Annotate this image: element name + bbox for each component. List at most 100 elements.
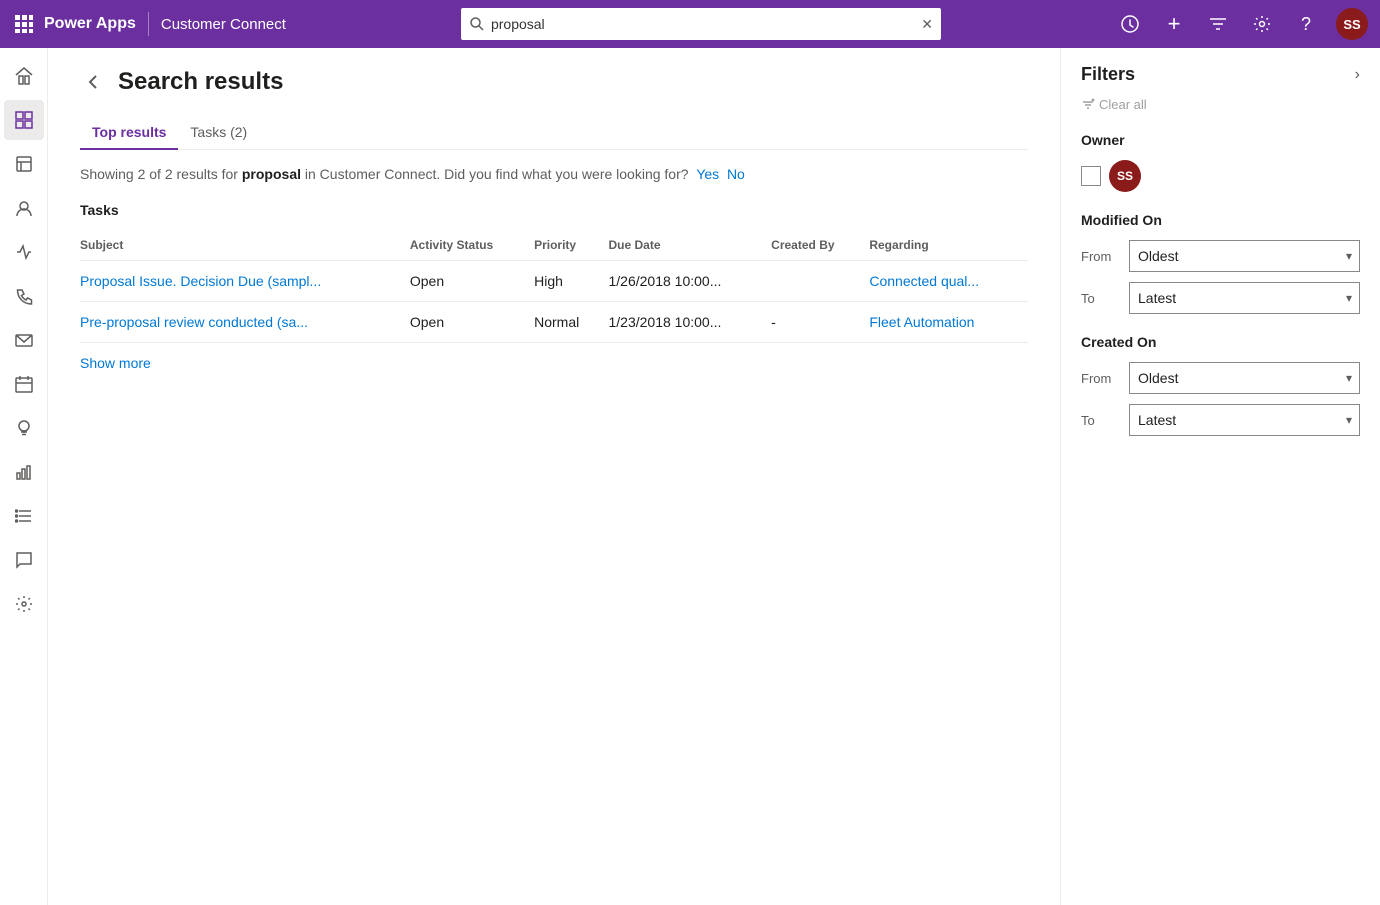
created-on-title: Created On [1081,334,1360,350]
results-query: proposal [242,166,301,182]
col-due-date: Due Date [609,230,772,261]
priority-1: High [534,261,608,302]
modified-from-row: From Oldest Latest Custom [1081,240,1360,272]
created-from-select[interactable]: Oldest Latest Custom [1129,362,1360,394]
user-avatar[interactable]: SS [1336,8,1368,40]
modified-on-title: Modified On [1081,212,1360,228]
show-more-link[interactable]: Show more [80,355,151,371]
yes-link[interactable]: Yes [696,166,719,182]
filters-panel: Filters › Clear all Owner SS [1060,48,1380,905]
sidebar-item-mail[interactable] [4,320,44,360]
created-to-select-wrapper: Latest Oldest Custom [1129,404,1360,436]
content-area: Search results Top results Tasks (2) Sho… [48,48,1380,905]
modified-to-select[interactable]: Latest Oldest Custom [1129,282,1360,314]
owner-options: SS [1081,160,1360,192]
owner-filter-title: Owner [1081,132,1360,148]
sidebar-item-phone[interactable] [4,276,44,316]
grid-icon[interactable] [12,12,36,36]
owner-avatar[interactable]: SS [1109,160,1141,192]
col-created-by: Created By [771,230,869,261]
help-icon[interactable]: ? [1292,10,1320,38]
search-container: ✕ [310,8,1092,40]
page-title: Search results [118,68,283,96]
search-box: ✕ [461,8,941,40]
created-from-row: From Oldest Latest Custom [1081,362,1360,394]
page-container: Search results Top results Tasks (2) Sho… [48,48,1380,905]
tab-top-results[interactable]: Top results [80,116,178,150]
modified-to-select-wrapper: Latest Oldest Custom [1129,282,1360,314]
results-table: Subject Activity Status Priority Due Dat… [80,230,1028,343]
modified-to-row: To Latest Oldest Custom [1081,282,1360,314]
due-date-2: 1/23/2018 10:00... [609,302,772,343]
circle-icon[interactable] [1116,10,1144,38]
clear-all-label: Clear all [1099,97,1147,112]
sidebar-item-contacts[interactable] [4,188,44,228]
owner-filter: Owner SS [1081,132,1360,192]
main-layout: Search results Top results Tasks (2) Sho… [0,48,1380,905]
sidebar-item-ideas[interactable] [4,408,44,448]
env-name: Customer Connect [161,16,286,33]
filters-chevron-icon[interactable]: › [1355,66,1360,84]
modified-from-select-wrapper: Oldest Latest Custom [1129,240,1360,272]
settings-icon[interactable] [1248,10,1276,38]
activity-status-1: Open [410,261,534,302]
owner-checkbox[interactable] [1081,166,1101,186]
created-by-2: - [771,302,869,343]
col-subject: Subject [80,230,410,261]
sidebar-item-settings[interactable] [4,584,44,624]
no-link[interactable]: No [727,166,745,182]
clear-all-button[interactable]: Clear all [1081,97,1360,112]
created-to-row: To Latest Oldest Custom [1081,404,1360,436]
priority-2: Normal [534,302,608,343]
topnav: Power Apps Customer Connect ✕ + [0,0,1380,48]
tasks-section: Tasks Subject Activity Status Priority D… [80,202,1028,371]
sidebar-item-lists[interactable] [4,496,44,536]
subject-link-2[interactable]: Pre-proposal review conducted (sa... [80,314,308,330]
tab-tasks[interactable]: Tasks (2) [178,116,259,150]
regarding-link-2[interactable]: Fleet Automation [869,314,974,330]
page-header: Search results [80,68,1028,96]
back-button[interactable] [80,68,108,96]
search-icon [469,16,485,32]
created-from-select-wrapper: Oldest Latest Custom [1129,362,1360,394]
app-name: Power Apps [44,15,136,33]
sidebar-item-chat[interactable] [4,540,44,580]
main-content: Search results Top results Tasks (2) Sho… [48,48,1060,905]
results-pre: Showing 2 of 2 results for [80,166,242,182]
topnav-actions: + ? SS [1116,8,1368,40]
created-on-filter: Created On From Oldest Latest Custom To [1081,334,1360,436]
sidebar-item-activities[interactable] [4,232,44,272]
created-by-1 [771,261,869,302]
sidebar-item-records[interactable] [4,144,44,184]
created-from-label: From [1081,371,1117,386]
tabs: Top results Tasks (2) [80,116,1028,150]
created-to-label: To [1081,413,1117,428]
created-to-select[interactable]: Latest Oldest Custom [1129,404,1360,436]
search-input[interactable] [491,16,915,32]
col-activity-status: Activity Status [410,230,534,261]
from-label: From [1081,249,1117,264]
table-row: Proposal Issue. Decision Due (sampl... O… [80,261,1028,302]
add-icon[interactable]: + [1160,10,1188,38]
activity-status-2: Open [410,302,534,343]
filter-icon[interactable] [1204,10,1232,38]
col-priority: Priority [534,230,608,261]
topnav-divider [148,12,149,36]
tasks-section-title: Tasks [80,202,1028,218]
sidebar-item-calendar[interactable] [4,364,44,404]
clear-search-icon[interactable]: ✕ [921,16,933,33]
sidebar-item-home[interactable] [4,56,44,96]
sidebar-item-reports[interactable] [4,452,44,492]
to-label: To [1081,291,1117,306]
filters-title: Filters [1081,64,1135,85]
filters-header: Filters › [1081,64,1360,85]
clear-filter-icon [1081,98,1095,112]
subject-link-1[interactable]: Proposal Issue. Decision Due (sampl... [80,273,321,289]
modified-on-filter: Modified On From Oldest Latest Custom T [1081,212,1360,314]
sidebar-item-dashboards[interactable] [4,100,44,140]
due-date-1: 1/26/2018 10:00... [609,261,772,302]
results-post: in Customer Connect. Did you find what y… [301,166,689,182]
regarding-link-1[interactable]: Connected qual... [869,273,979,289]
col-regarding: Regarding [869,230,1028,261]
modified-from-select[interactable]: Oldest Latest Custom [1129,240,1360,272]
